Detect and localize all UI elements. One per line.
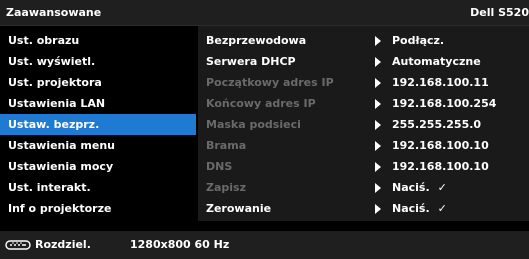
menu-item-ustawienia-menu[interactable]: Ustawienia menu xyxy=(0,135,196,156)
arrow-right-icon xyxy=(375,36,381,46)
status-bar: Rozdziel. 1280x800 60 Hz xyxy=(0,231,529,259)
setting-row-serwera-dhcp[interactable]: Serwera DHCP Automatyczne xyxy=(198,51,529,72)
menu-item-label: Ustawienia mocy xyxy=(8,160,114,173)
page-title: Zaawansowane xyxy=(6,6,102,19)
setting-row-maska-podsieci: Maska podsieci 255.255.255.0 xyxy=(198,114,529,135)
arrow-right-icon xyxy=(375,141,381,151)
menu-item-label: Ust. projektora xyxy=(8,76,102,89)
setting-row-zapisz[interactable]: Zapisz Naciś. ✓ xyxy=(198,177,529,198)
setting-label: Maska podsieci xyxy=(206,118,301,131)
setting-value: Naciś. ✓ xyxy=(392,198,447,219)
setting-label: Serwera DHCP xyxy=(206,55,296,68)
arrow-right-icon xyxy=(375,78,381,88)
arrow-right-icon xyxy=(375,120,381,130)
menu-item-inf-o-projektorze[interactable]: Inf o projektorze xyxy=(0,198,196,219)
setting-value: 192.168.100.10 xyxy=(392,160,489,173)
osd-header: Zaawansowane Dell S520 xyxy=(0,0,529,26)
brand-label: Dell S520 xyxy=(470,6,529,19)
setting-label: Bezprzewodowa xyxy=(206,34,307,47)
menu-item-label: Ustawienia menu xyxy=(8,139,115,152)
setting-value: Podłącz. xyxy=(392,34,445,47)
arrow-right-icon xyxy=(375,204,381,214)
menu-item-ustawienia-lan[interactable]: Ustawienia LAN xyxy=(0,93,196,114)
setting-row-zerowanie[interactable]: Zerowanie Naciś. ✓ xyxy=(198,198,529,219)
setting-value: 192.168.100.10 xyxy=(392,139,489,152)
setting-label: Końcowy adres IP xyxy=(206,97,316,110)
menu-item-ust-wyswietl[interactable]: Ust. wyświetl. xyxy=(0,51,196,72)
menu-item-ust-interakt[interactable]: Ust. interakt. xyxy=(0,177,196,198)
main-menu: Ust. obrazu Ust. wyświetl. Ust. projekto… xyxy=(0,26,196,221)
arrow-right-icon xyxy=(375,57,381,67)
setting-row-poczatkowy-adres-ip: Początkowy adres IP 192.168.100.11 xyxy=(198,72,529,93)
arrow-right-icon xyxy=(375,99,381,109)
setting-row-bezprzewodowa[interactable]: Bezprzewodowa Podłącz. xyxy=(198,30,529,51)
setting-label: Początkowy adres IP xyxy=(206,76,334,89)
setting-label: Zapisz xyxy=(206,181,246,194)
setting-row-dns: DNS 192.168.100.10 xyxy=(198,156,529,177)
setting-label: DNS xyxy=(206,160,233,173)
setting-row-brama: Brama 192.168.100.10 xyxy=(198,135,529,156)
menu-item-label: Ust. obrazu xyxy=(8,34,80,47)
menu-item-label: Ustawienia LAN xyxy=(8,97,106,110)
setting-value: 255.255.255.0 xyxy=(392,118,482,131)
setting-label: Zerowanie xyxy=(206,202,272,215)
projector-osd: Zaawansowane Dell S520 Ust. obrazu Ust. … xyxy=(0,0,529,259)
menu-item-ust-obrazu[interactable]: Ust. obrazu xyxy=(0,30,196,51)
setting-value: Naciś. ✓ xyxy=(392,177,447,198)
menu-item-label: Ustaw. bezprz. xyxy=(8,118,100,131)
setting-value: 192.168.100.11 xyxy=(392,76,489,89)
checkmark-icon: ✓ xyxy=(437,202,447,215)
setting-label: Brama xyxy=(206,139,247,152)
monitor-connector-icon xyxy=(5,240,31,250)
resolution-value: 1280x800 60 Hz xyxy=(130,238,230,251)
menu-item-label: Inf o projektorze xyxy=(8,202,112,215)
menu-item-label: Ust. interakt. xyxy=(8,181,91,194)
menu-item-ustawienia-mocy[interactable]: Ustawienia mocy xyxy=(0,156,196,177)
resolution-label: Rozdziel. xyxy=(35,238,91,251)
menu-item-ustaw-bezprz[interactable]: Ustaw. bezprz. xyxy=(0,114,196,135)
checkmark-icon: ✓ xyxy=(437,181,447,194)
menu-item-label: Ust. wyświetl. xyxy=(8,55,96,68)
settings-panel: Bezprzewodowa Podłącz. Serwera DHCP Auto… xyxy=(198,26,529,221)
setting-value-text: Naciś. xyxy=(392,181,430,194)
menu-item-ust-projektora[interactable]: Ust. projektora xyxy=(0,72,196,93)
arrow-right-icon xyxy=(375,162,381,172)
setting-value-text: Naciś. xyxy=(392,202,430,215)
setting-row-koncowy-adres-ip: Końcowy adres IP 192.168.100.254 xyxy=(198,93,529,114)
setting-value: Automatyczne xyxy=(392,55,481,68)
setting-value: 192.168.100.254 xyxy=(392,97,497,110)
arrow-right-icon xyxy=(375,183,381,193)
